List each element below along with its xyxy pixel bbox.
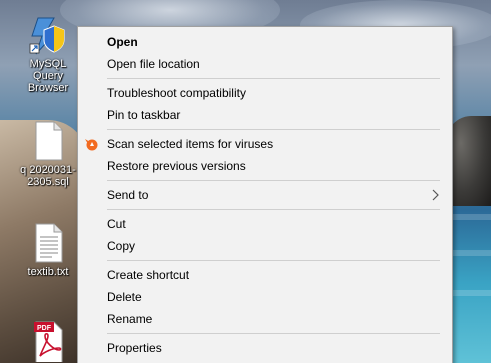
pdf-badge-text: PDF xyxy=(37,325,52,332)
document-icon xyxy=(28,120,68,162)
menu-item-label: Open file location xyxy=(107,57,200,71)
desktop-icon-sql-file[interactable]: q 2020031- 2305.sql xyxy=(12,120,84,188)
menu-item-pin-to-taskbar[interactable]: Pin to taskbar xyxy=(78,104,452,126)
menu-item-label: Rename xyxy=(107,312,153,326)
menu-item-send-to[interactable]: Send to xyxy=(78,184,452,206)
menu-item-label: Delete xyxy=(107,290,142,304)
menu-item-delete[interactable]: Delete xyxy=(78,286,452,308)
menu-separator xyxy=(107,260,440,261)
menu-item-label: Create shortcut xyxy=(107,268,190,282)
menu-item-label: Scan selected items for viruses xyxy=(107,137,274,151)
menu-item-label: Restore previous versions xyxy=(107,159,246,173)
context-menu: Open Open file location Troubleshoot com… xyxy=(77,26,453,363)
menu-item-copy[interactable]: Copy xyxy=(78,235,452,257)
menu-separator xyxy=(107,78,440,79)
chevron-right-icon xyxy=(431,189,441,201)
menu-item-label: Send to xyxy=(107,188,149,202)
menu-item-troubleshoot-compatibility[interactable]: Troubleshoot compatibility xyxy=(78,82,452,104)
menu-item-label: Copy xyxy=(107,239,136,253)
desktop-icon-text-file[interactable]: textib.txt xyxy=(12,222,84,278)
desktop-icon-label: MySQL Query Browser xyxy=(27,58,69,94)
avast-icon xyxy=(83,136,99,152)
menu-item-restore-previous-versions[interactable]: Restore previous versions xyxy=(78,155,452,177)
menu-item-create-shortcut[interactable]: Create shortcut xyxy=(78,264,452,286)
desktop-icon-label: q 2020031- 2305.sql xyxy=(20,164,76,188)
menu-item-label: Properties xyxy=(107,341,162,355)
mysql-query-browser-icon xyxy=(28,14,68,56)
menu-separator xyxy=(107,209,440,210)
desktop-icon-mysql-query-browser[interactable]: MySQL Query Browser xyxy=(12,14,84,94)
desktop-icon-label: textib.txt xyxy=(27,266,69,278)
desktop-icon-pdf[interactable]: PDF xyxy=(12,320,84,363)
menu-item-label: Open xyxy=(107,35,138,49)
menu-item-open-file-location[interactable]: Open file location xyxy=(78,53,452,75)
menu-item-cut[interactable]: Cut xyxy=(78,213,452,235)
menu-item-open[interactable]: Open xyxy=(78,31,452,53)
menu-item-scan-for-viruses[interactable]: Scan selected items for viruses xyxy=(78,133,452,155)
menu-separator xyxy=(107,180,440,181)
menu-separator xyxy=(107,333,440,334)
menu-item-rename[interactable]: Rename xyxy=(78,308,452,330)
desktop: MySQL Query Browser q 2020031- 2305.sql xyxy=(0,0,491,363)
menu-item-label: Cut xyxy=(107,217,126,231)
text-file-icon xyxy=(28,222,68,264)
menu-item-label: Pin to taskbar xyxy=(107,108,181,122)
pdf-icon: PDF xyxy=(28,320,68,363)
menu-separator xyxy=(107,129,440,130)
menu-item-properties[interactable]: Properties xyxy=(78,337,452,359)
menu-item-label: Troubleshoot compatibility xyxy=(107,86,246,100)
